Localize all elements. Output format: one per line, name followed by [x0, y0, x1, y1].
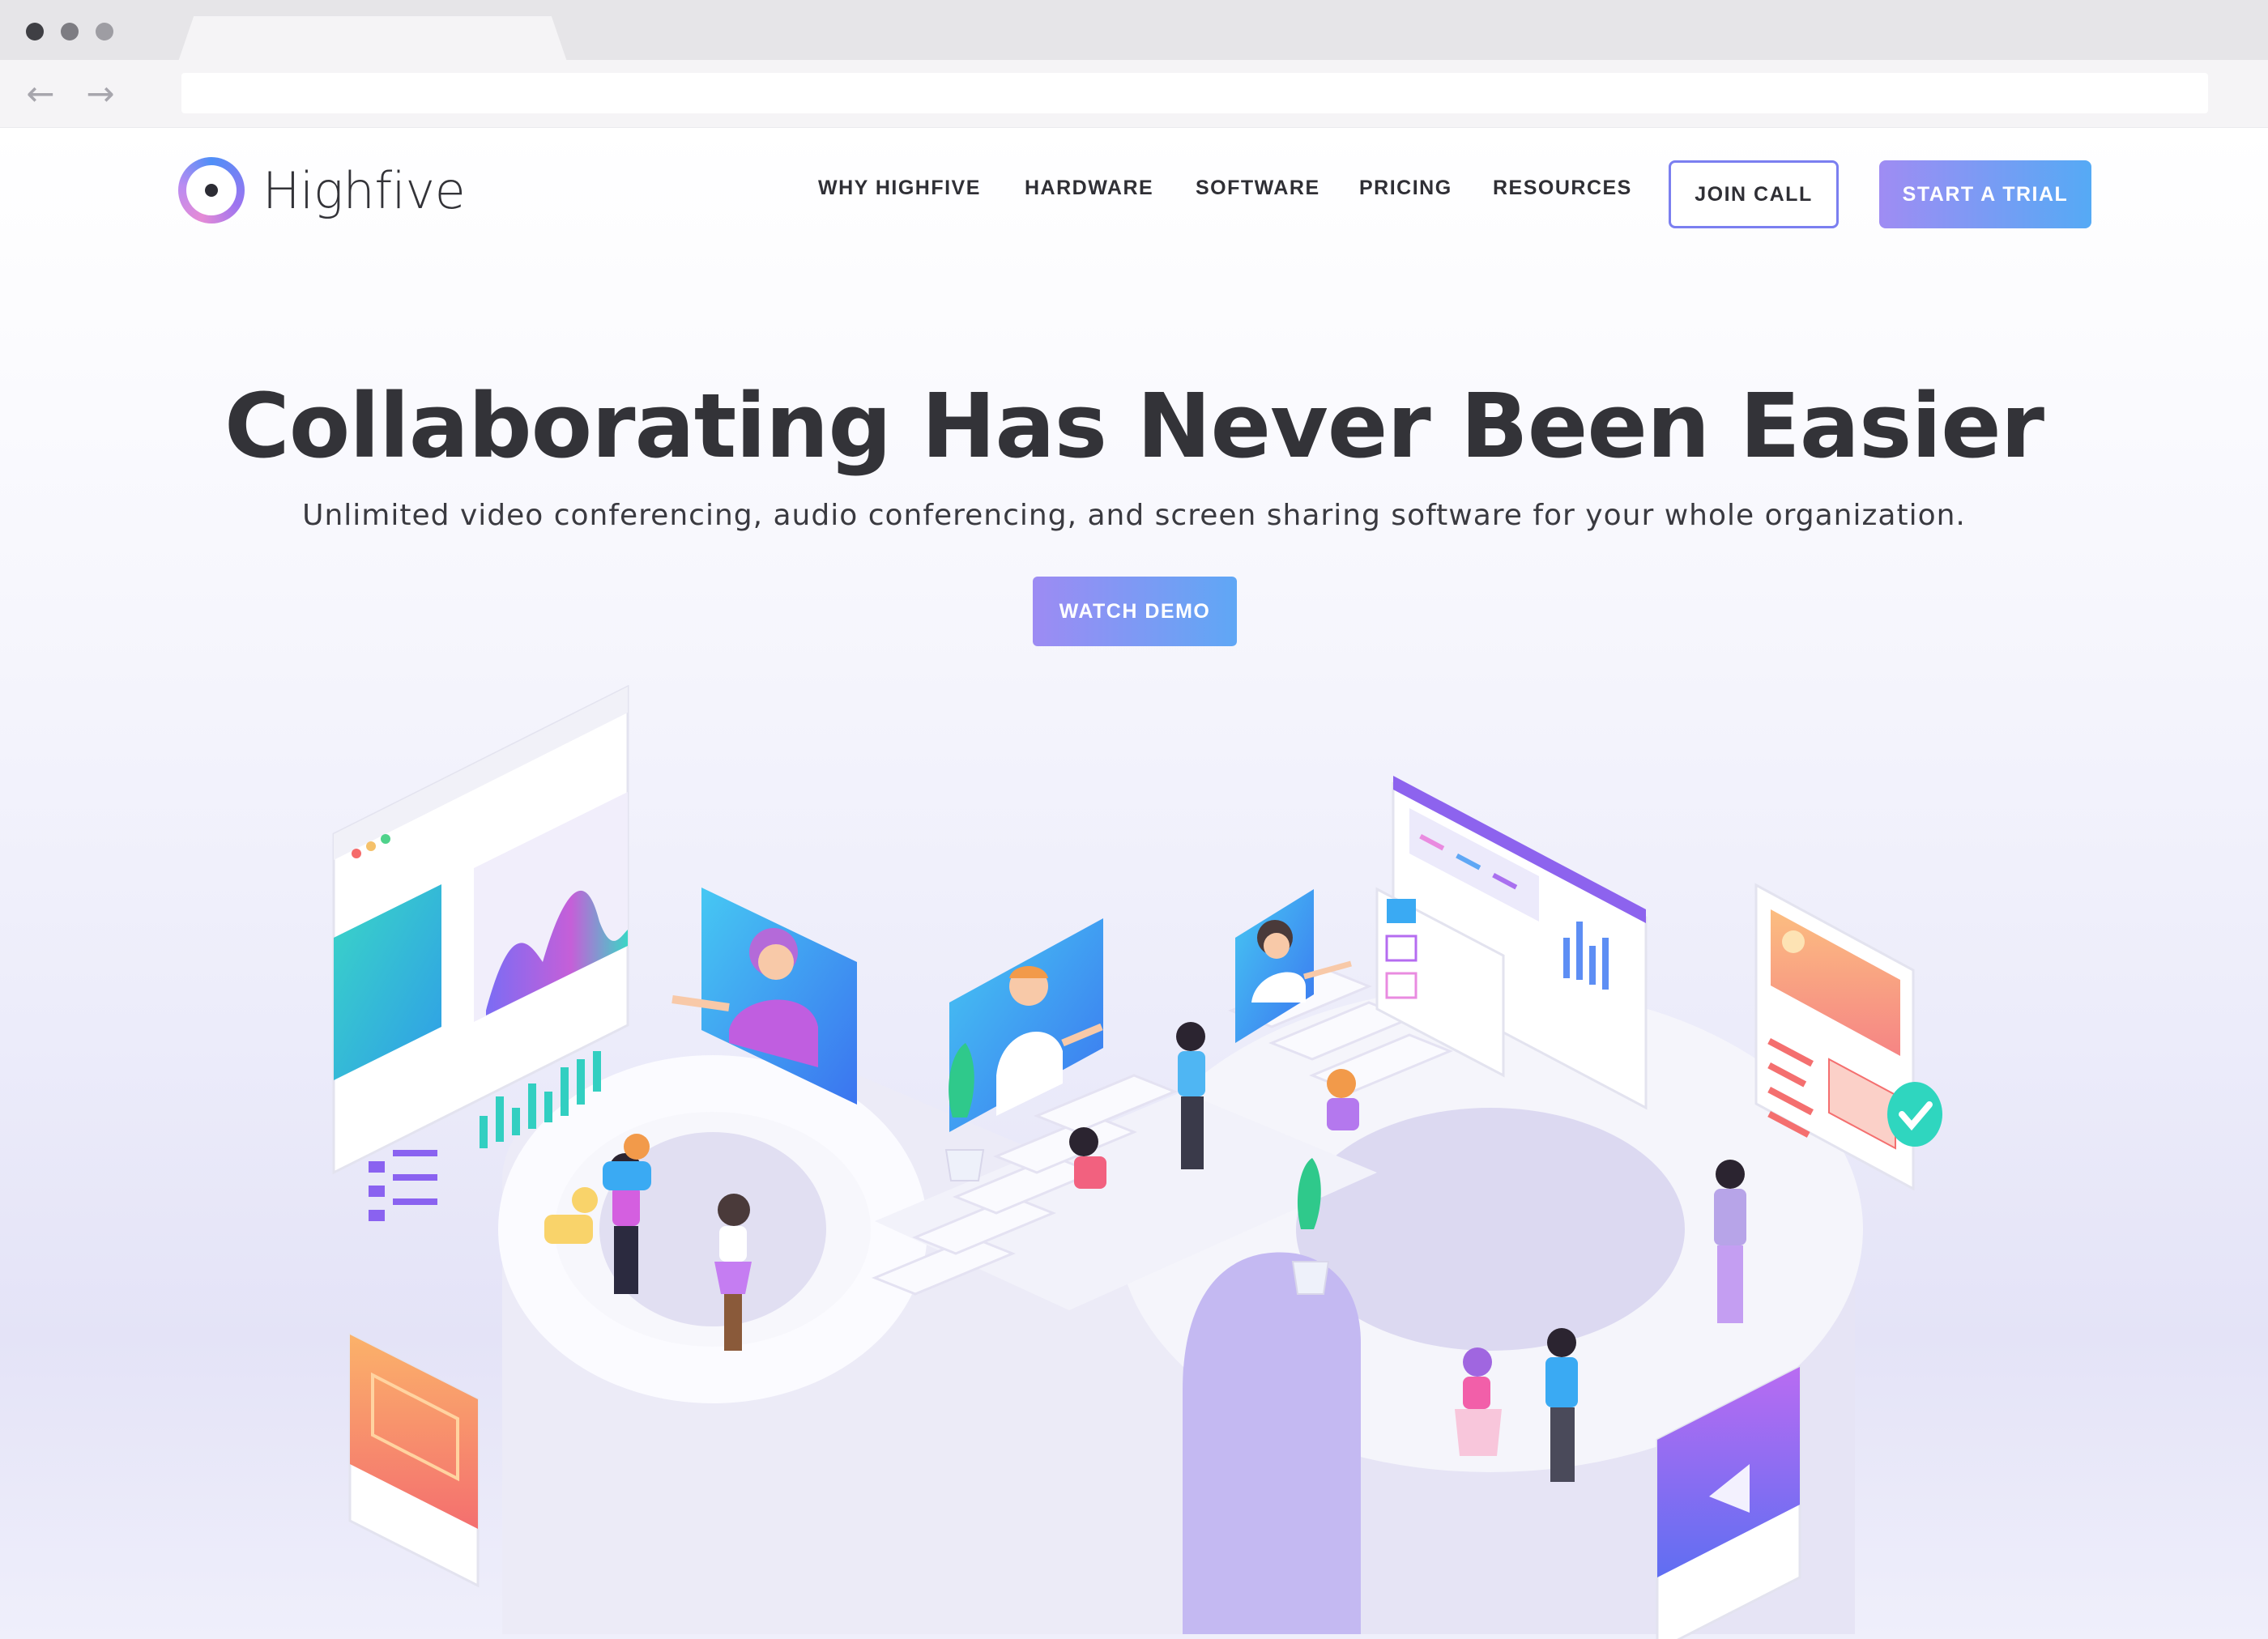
hero-illustration — [332, 684, 1942, 1639]
watch-demo-button[interactable]: WATCH DEMO — [1033, 577, 1237, 646]
site-logo[interactable]: Highfive — [178, 157, 466, 224]
address-bar[interactable] — [181, 73, 2208, 113]
minimize-window-icon[interactable] — [61, 23, 79, 40]
nav-software[interactable]: SOFTWARE — [1196, 177, 1320, 200]
join-call-button[interactable]: JOIN CALL — [1669, 160, 1839, 228]
nav-hardware[interactable]: HARDWARE — [1025, 177, 1153, 200]
back-arrow-icon[interactable]: ← — [21, 74, 60, 113]
browser-titlebar — [0, 0, 2268, 62]
browser-tab[interactable] — [178, 16, 567, 62]
hero-title: Collaborating Has Never Been Easier — [224, 374, 2044, 478]
start-trial-button[interactable]: START A TRIAL — [1879, 160, 2091, 228]
close-window-icon[interactable] — [26, 23, 44, 40]
nav-resources[interactable]: RESOURCES — [1493, 177, 1632, 200]
forward-arrow-icon[interactable]: → — [81, 74, 120, 113]
highfive-logo-icon — [178, 157, 245, 224]
check-badge-icon — [1887, 1082, 1942, 1147]
nav-pricing[interactable]: PRICING — [1359, 177, 1452, 200]
page: Highfive WHY HIGHFIVE HARDWARE SOFTWARE … — [0, 128, 2268, 1639]
presentation-screen — [348, 1332, 480, 1588]
logo-wordmark: Highfive — [262, 160, 466, 220]
nav-why-highfive[interactable]: WHY HIGHFIVE — [818, 177, 981, 200]
hero-subtitle: Unlimited video conferencing, audio conf… — [302, 499, 1966, 532]
maximize-window-icon[interactable] — [96, 23, 113, 40]
